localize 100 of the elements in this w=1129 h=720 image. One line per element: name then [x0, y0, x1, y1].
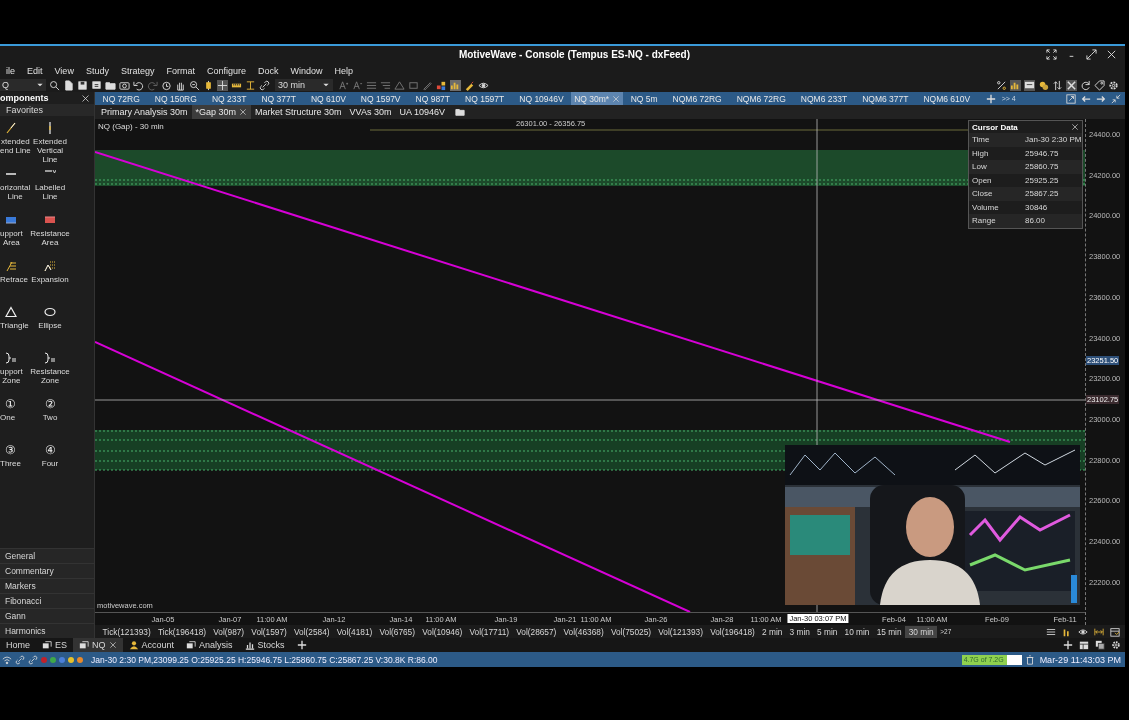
width-icon[interactable]: [1094, 626, 1104, 637]
bar-type-button[interactable]: 30 min: [905, 625, 938, 638]
menu-item[interactable]: Help: [328, 65, 360, 76]
tool-label[interactable]: upport Area: [0, 229, 23, 247]
chart-tab[interactable]: UA 10946V: [395, 105, 449, 119]
measure-icon[interactable]: [245, 79, 256, 91]
font-decrease-icon[interactable]: [352, 79, 363, 91]
bar-type-button[interactable]: Vol(28657): [512, 625, 560, 638]
maximize-icon[interactable]: [1086, 49, 1097, 60]
link-icon[interactable]: [259, 79, 270, 91]
chart-tab[interactable]: NQ 150RG: [147, 92, 205, 105]
menu-item[interactable]: Window: [284, 65, 329, 76]
search-icon[interactable]: [49, 79, 60, 91]
chart-tab[interactable]: NQM6 610V: [915, 92, 978, 105]
bar-type-button[interactable]: Tick(121393): [99, 625, 155, 638]
bar-type-button[interactable]: Vol(121393): [654, 625, 707, 638]
line-style-icon[interactable]: [366, 79, 377, 91]
bar-type-button[interactable]: Vol(46368): [559, 625, 608, 638]
menu-item[interactable]: Dock: [252, 65, 285, 76]
bar-type-button[interactable]: Vol(10946): [418, 625, 466, 638]
copy-icon[interactable]: [1095, 640, 1105, 650]
workspace-tab[interactable]: Stocks: [238, 638, 291, 652]
menu-item[interactable]: Edit: [21, 65, 49, 76]
brush-icon[interactable]: [464, 79, 475, 91]
percent-icon[interactable]: [996, 79, 1007, 91]
forward-arrow-icon[interactable]: [1096, 93, 1106, 104]
chart-tab[interactable]: NQ 377T: [253, 92, 304, 105]
list-icon[interactable]: [380, 79, 391, 91]
bar-type-button[interactable]: Tick(196418): [154, 625, 210, 638]
table-icon[interactable]: [1079, 640, 1089, 650]
up-down-arrows-icon[interactable]: [1052, 79, 1063, 91]
tool-icon[interactable]: [5, 260, 17, 272]
zoom-icon[interactable]: [189, 79, 200, 91]
tool-label[interactable]: One: [0, 413, 16, 422]
undo-icon[interactable]: [133, 79, 144, 91]
close-icon[interactable]: [108, 641, 117, 649]
tool-icon[interactable]: [44, 260, 56, 272]
tool-label[interactable]: Extended Vertical Line: [33, 137, 67, 164]
camera-icon[interactable]: [119, 79, 130, 91]
chart-tab[interactable]: NQ 987T: [408, 92, 458, 105]
bar-type-button[interactable]: Vol(2584): [290, 625, 334, 638]
menu-icon[interactable]: [1046, 626, 1056, 637]
tool-label[interactable]: Retrace: [0, 275, 28, 284]
tool-label[interactable]: Four: [41, 459, 59, 468]
number-icon[interactable]: ④: [44, 444, 56, 456]
bar-type-button[interactable]: 15 min: [873, 625, 906, 638]
font-increase-icon[interactable]: [338, 79, 349, 91]
fullscreen-icon[interactable]: [1046, 49, 1057, 60]
tools-icon[interactable]: [1066, 79, 1077, 91]
refresh-icon[interactable]: [1080, 79, 1091, 91]
bar-type-button[interactable]: Vol(987): [209, 625, 248, 638]
tool-label[interactable]: Resistance Area: [30, 229, 70, 247]
tool-label[interactable]: xtended end Line: [0, 137, 31, 155]
workspace-tab[interactable]: Analysis: [180, 638, 239, 652]
close-icon[interactable]: [239, 108, 248, 116]
close-icon[interactable]: [1106, 49, 1117, 60]
category-item[interactable]: Gann: [0, 608, 94, 623]
workspace-tab[interactable]: Account: [122, 638, 181, 652]
chart-tab[interactable]: NQM6 233T: [793, 92, 855, 105]
tool-icon[interactable]: [5, 122, 17, 134]
shapes-icon[interactable]: [436, 79, 447, 91]
bar-type-button[interactable]: 5 min: [813, 625, 841, 638]
save-icon[interactable]: [77, 79, 88, 91]
add-icon[interactable]: [1063, 640, 1073, 650]
chart-tab[interactable]: *Gap 30m: [191, 105, 252, 119]
bar-type-button[interactable]: Vol(4181): [333, 625, 376, 638]
category-item[interactable]: Commentary: [0, 563, 94, 578]
menu-item[interactable]: Configure: [200, 65, 252, 76]
alarm-clock-icon[interactable]: [161, 79, 172, 91]
chart-tab[interactable]: VVAs 30m: [345, 105, 396, 119]
rectangle-icon[interactable]: [408, 79, 419, 91]
tool-label[interactable]: Triangle: [0, 321, 29, 330]
candle-icon[interactable]: [203, 79, 214, 91]
menu-item[interactable]: Format: [160, 65, 201, 76]
bar-type-button[interactable]: Vol(1597): [247, 625, 291, 638]
bar-type-button[interactable]: 2 min: [758, 625, 786, 638]
bar-type-button[interactable]: 10 min: [840, 625, 874, 638]
menu-item[interactable]: ile: [0, 65, 21, 76]
popout-icon[interactable]: [1066, 93, 1076, 104]
bar-chart-icon[interactable]: [1010, 79, 1021, 91]
tool-label[interactable]: Expansion: [31, 275, 69, 284]
trash-icon[interactable]: [1024, 654, 1035, 665]
tool-label[interactable]: Labelled Line: [34, 183, 66, 201]
number-icon[interactable]: ②: [44, 398, 56, 410]
menu-item[interactable]: View: [48, 65, 80, 76]
chart-tab[interactable]: NQM6 72RG: [665, 92, 730, 105]
bar-type-button[interactable]: Vol(196418): [706, 625, 759, 638]
close-icon[interactable]: [81, 93, 90, 103]
category-item[interactable]: Markers: [0, 578, 94, 593]
favorites-header[interactable]: Favorites: [0, 104, 94, 116]
chart-tab[interactable]: NQ 72RG: [95, 92, 148, 105]
print-icon[interactable]: [91, 79, 102, 91]
tool-label[interactable]: upport Zone: [0, 367, 23, 385]
close-icon[interactable]: [1071, 123, 1079, 131]
bar-type-button[interactable]: 3 min: [785, 625, 814, 638]
chart-tab[interactable]: NQ 1597T: [457, 92, 512, 105]
category-item[interactable]: Harmonics: [0, 623, 94, 638]
chart-tab[interactable]: NQ 233T: [204, 92, 254, 105]
chart-tab[interactable]: NQ 5m: [623, 92, 666, 105]
pen-icon[interactable]: [422, 79, 433, 91]
